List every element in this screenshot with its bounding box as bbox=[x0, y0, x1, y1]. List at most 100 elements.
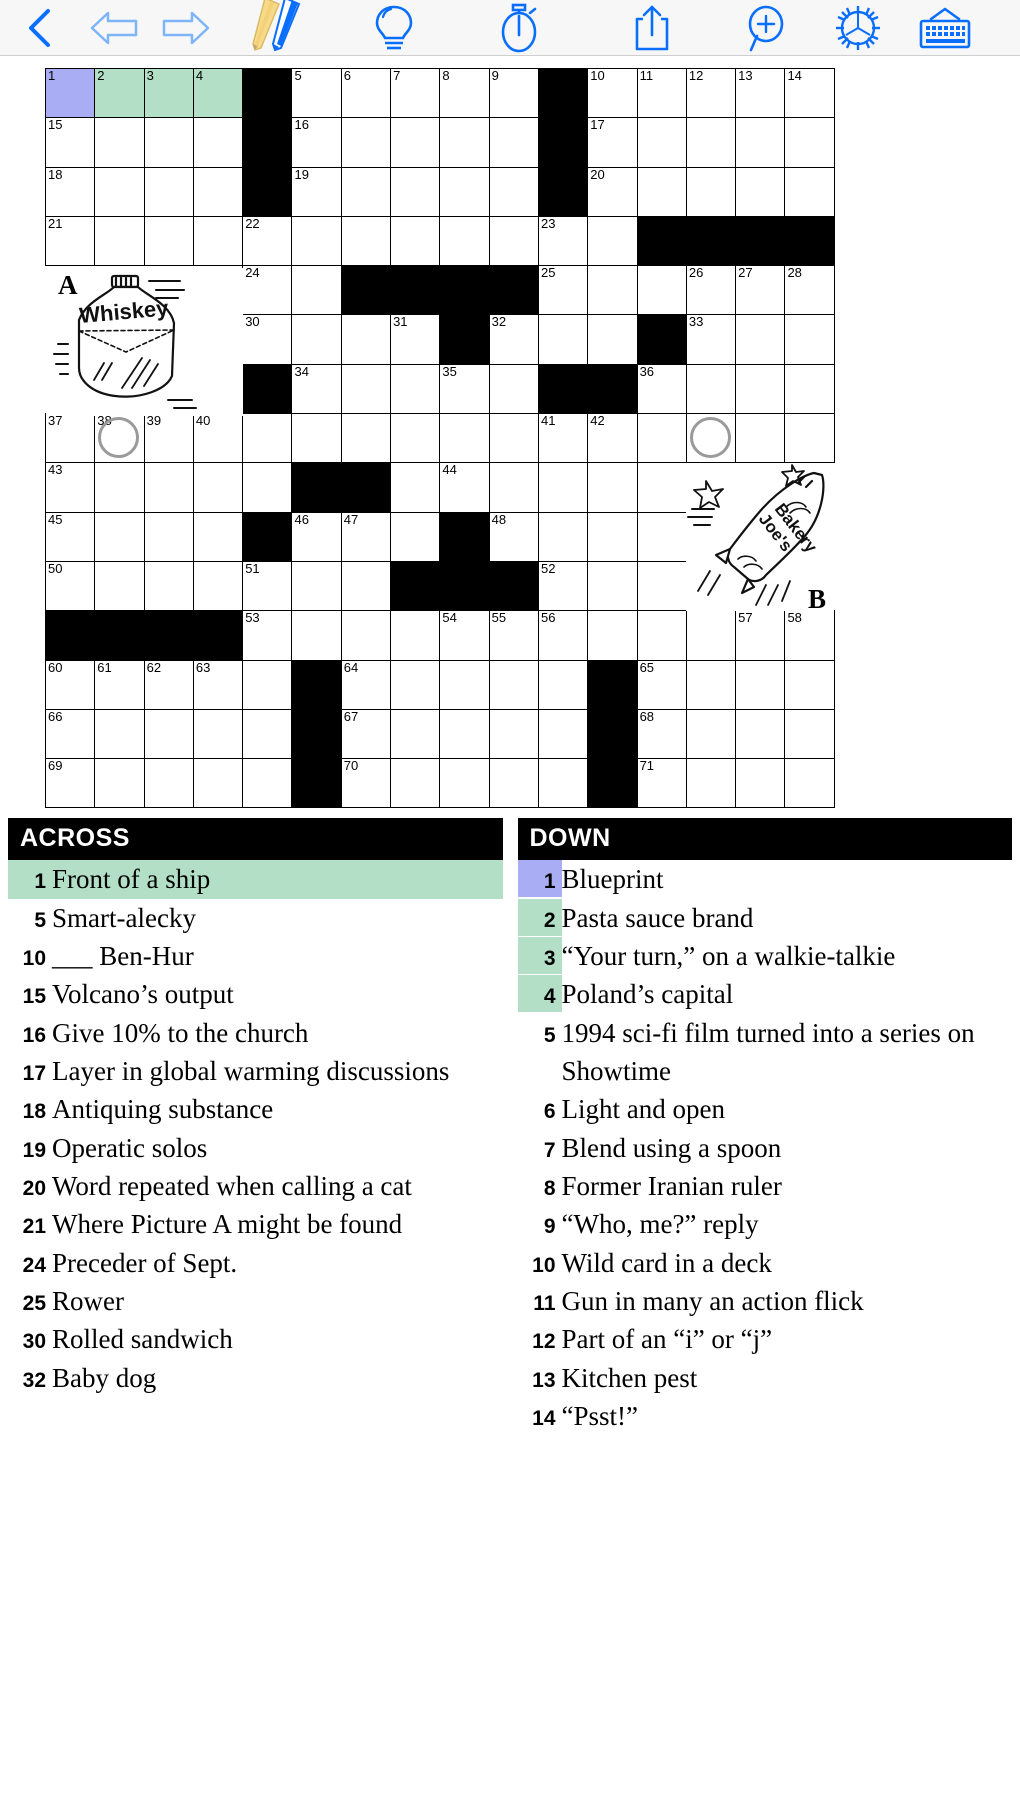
grid-cell[interactable]: 2 bbox=[94, 67, 145, 119]
grid-cell[interactable] bbox=[390, 462, 441, 513]
grid-cell[interactable] bbox=[143, 708, 194, 760]
grid-cell[interactable] bbox=[685, 117, 737, 168]
grid-cell[interactable] bbox=[242, 708, 293, 760]
grid-cell[interactable]: 7 bbox=[390, 67, 441, 119]
grid-cell[interactable] bbox=[685, 708, 737, 760]
crossword-grid[interactable]: 1 2 3 4 5 6 7 8 9 10 11 12 13 14 15 16 17 18 19 20 21 22 23 24 2… bbox=[44, 67, 835, 809]
grid-cell[interactable] bbox=[94, 462, 145, 513]
grid-cell[interactable]: 63 bbox=[192, 659, 244, 710]
grid-cell[interactable] bbox=[439, 708, 490, 760]
share-button[interactable] bbox=[584, 0, 720, 56]
grid-cell[interactable] bbox=[488, 215, 539, 267]
grid-cell[interactable] bbox=[242, 659, 293, 710]
grid-cell[interactable] bbox=[784, 363, 835, 415]
grid-cell[interactable] bbox=[291, 610, 342, 661]
grid-cell[interactable] bbox=[390, 166, 441, 217]
grid-cell[interactable] bbox=[587, 560, 638, 612]
clue-item[interactable]: 5 1994 sci-fi film turned into a series o… bbox=[518, 1014, 1013, 1091]
grid-cell[interactable] bbox=[340, 215, 392, 267]
keyboard-button[interactable] bbox=[900, 0, 990, 56]
clue-item[interactable]: 13 Kitchen pest bbox=[518, 1359, 1013, 1397]
grid-cell[interactable]: 30 bbox=[242, 314, 293, 365]
grid-cell[interactable] bbox=[94, 511, 145, 562]
grid-cell[interactable] bbox=[390, 659, 441, 710]
grid-cell[interactable]: 43 bbox=[44, 462, 96, 513]
grid-cell[interactable]: 28 bbox=[784, 265, 835, 316]
grid-cell[interactable] bbox=[636, 413, 687, 464]
pencil-button[interactable] bbox=[222, 0, 332, 56]
grid-cell[interactable] bbox=[587, 265, 638, 316]
grid-cell[interactable] bbox=[685, 363, 737, 415]
grid-cell[interactable] bbox=[390, 610, 441, 661]
grid-cell[interactable] bbox=[439, 413, 490, 464]
grid-cell[interactable]: 16 bbox=[291, 117, 342, 168]
grid-cell[interactable] bbox=[488, 462, 539, 513]
grid-cell[interactable] bbox=[192, 511, 244, 562]
grid-cell[interactable]: 1 bbox=[44, 67, 96, 119]
clue-item[interactable]: 7 Blend using a spoon bbox=[518, 1129, 1013, 1167]
clue-item[interactable]: 14 “Psst!” bbox=[518, 1397, 1013, 1435]
grid-cell[interactable]: 52 bbox=[537, 560, 589, 612]
grid-cell[interactable] bbox=[537, 708, 589, 760]
timer-button[interactable] bbox=[456, 0, 584, 56]
grid-cell[interactable]: 56 bbox=[537, 610, 589, 661]
grid-cell[interactable]: 68 bbox=[636, 708, 687, 760]
clue-item[interactable]: 9 “Who, me?” reply bbox=[518, 1205, 1013, 1243]
grid-cell[interactable]: 41 bbox=[537, 413, 589, 464]
grid-cell[interactable]: 64 bbox=[340, 659, 392, 710]
grid-cell[interactable] bbox=[192, 560, 244, 612]
grid-cell[interactable] bbox=[735, 758, 786, 809]
clue-item[interactable]: 32 Baby dog bbox=[8, 1359, 503, 1397]
clue-item[interactable]: 8 Former Iranian ruler bbox=[518, 1167, 1013, 1205]
grid-cell[interactable] bbox=[537, 462, 589, 513]
grid-cell[interactable] bbox=[94, 560, 145, 612]
grid-cell[interactable] bbox=[192, 758, 244, 809]
grid-cell[interactable]: 61 bbox=[94, 659, 145, 710]
grid-cell[interactable] bbox=[439, 166, 490, 217]
grid-cell[interactable] bbox=[143, 215, 194, 267]
grid-cell[interactable] bbox=[587, 314, 638, 365]
grid-cell[interactable] bbox=[784, 758, 835, 809]
grid-cell[interactable]: 65 bbox=[636, 659, 687, 710]
grid-cell[interactable]: 27 bbox=[735, 265, 786, 316]
grid-cell[interactable] bbox=[94, 708, 145, 760]
grid-cell[interactable] bbox=[784, 413, 835, 464]
grid-cell[interactable]: 6 bbox=[340, 67, 392, 119]
clue-item[interactable]: 21 Where Picture A might be found bbox=[8, 1205, 503, 1243]
grid-cell[interactable] bbox=[735, 314, 786, 365]
grid-cell[interactable]: 71 bbox=[636, 758, 687, 809]
grid-cell[interactable]: 39 bbox=[143, 413, 194, 464]
grid-cell[interactable]: 19 bbox=[291, 166, 342, 217]
grid-cell[interactable]: 32 bbox=[488, 314, 539, 365]
grid-cell[interactable] bbox=[340, 166, 392, 217]
grid-cell[interactable]: 55 bbox=[488, 610, 539, 661]
grid-cell[interactable] bbox=[488, 659, 539, 710]
grid-cell[interactable] bbox=[94, 117, 145, 168]
grid-cell[interactable] bbox=[735, 659, 786, 710]
grid-cell[interactable] bbox=[488, 758, 539, 809]
grid-cell[interactable] bbox=[340, 117, 392, 168]
grid-cell[interactable] bbox=[537, 314, 589, 365]
clue-item[interactable]: 30 Rolled sandwich bbox=[8, 1320, 503, 1358]
grid-cell[interactable] bbox=[242, 758, 293, 809]
grid-cell[interactable]: 45 bbox=[44, 511, 96, 562]
next-clue-button[interactable] bbox=[150, 0, 222, 56]
grid-cell[interactable] bbox=[94, 758, 145, 809]
grid-cell[interactable] bbox=[439, 215, 490, 267]
grid-cell[interactable] bbox=[784, 314, 835, 365]
grid-cell[interactable] bbox=[291, 265, 342, 316]
grid-cell[interactable] bbox=[291, 215, 342, 267]
grid-cell[interactable] bbox=[488, 117, 539, 168]
grid-cell[interactable]: 18 bbox=[44, 166, 96, 217]
grid-cell[interactable] bbox=[537, 659, 589, 710]
grid-cell[interactable] bbox=[192, 215, 244, 267]
grid-cell[interactable]: 20 bbox=[587, 166, 638, 217]
grid-cell[interactable] bbox=[390, 215, 441, 267]
grid-cell[interactable] bbox=[192, 708, 244, 760]
grid-cell[interactable] bbox=[636, 560, 687, 612]
grid-cell[interactable]: 35 bbox=[439, 363, 490, 415]
zoom-in-button[interactable] bbox=[720, 0, 816, 56]
grid-cell[interactable] bbox=[784, 117, 835, 168]
grid-cell[interactable] bbox=[784, 166, 835, 217]
grid-cell[interactable] bbox=[636, 265, 687, 316]
